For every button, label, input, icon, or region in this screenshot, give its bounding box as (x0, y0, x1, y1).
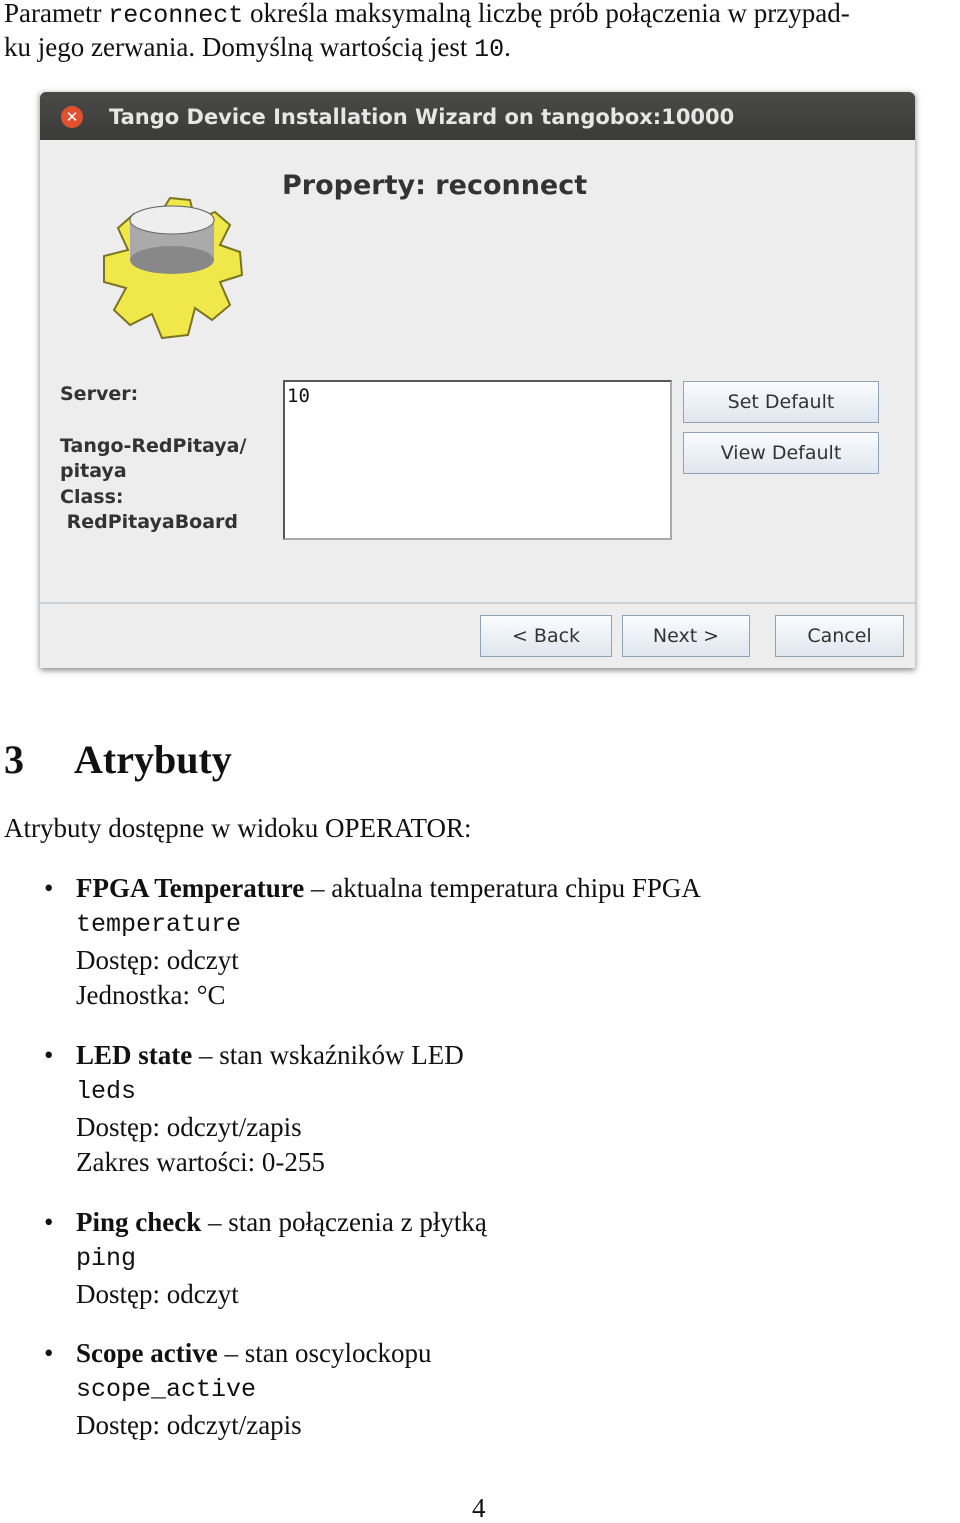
attribute-code: temperature (76, 910, 242, 939)
section-intro: Atrybuty dostępne w widoku OPERATOR: (4, 813, 472, 843)
back-button[interactable]: < Back (480, 615, 612, 657)
next-button[interactable]: Next > (622, 615, 750, 657)
attribute-item: Scope active – stan oscylockopu (76, 1340, 431, 1367)
attribute-code: scope_active (76, 1375, 257, 1404)
attribute-detail: Dostęp: odczyt (76, 945, 239, 975)
wizard-window: ✕ Tango Device Installation Wizard on ta… (40, 92, 915, 668)
attribute-detail: Jednostka: °C (76, 980, 226, 1010)
attribute-name: LED state (76, 1040, 193, 1070)
text: Parametr (4, 0, 109, 28)
attribute-description: – stan połączenia z płytką (201, 1207, 487, 1237)
device-info: Server: Tango-RedPitaya/ pitaya Class: R… (60, 382, 282, 542)
attribute-name: Scope active (76, 1338, 218, 1368)
attribute-description: – stan oscylockopu (217, 1338, 432, 1368)
attribute-item: LED state – stan wskaźników LED (76, 1042, 464, 1069)
server-value-2: pitaya (60, 460, 127, 482)
section-heading: 3 Atrybuty (4, 740, 232, 780)
attribute-description: – stan wskaźników LED (192, 1040, 464, 1070)
property-value-input[interactable]: 10 (283, 380, 672, 540)
attribute-code: leds (76, 1077, 137, 1106)
server-value: Tango-RedPitaya/ (60, 434, 247, 457)
gear-logo-icon (103, 196, 244, 340)
attribute-detail: Zakres wartości: 0-255 (76, 1147, 325, 1177)
view-default-button[interactable]: View Default (683, 432, 879, 474)
window-title: Tango Device Installation Wizard on tang… (109, 105, 735, 129)
text: ku jego zerwania. Domyślną wartością jes… (4, 32, 475, 62)
attribute-item: Ping check – stan połączenia z płytką (76, 1209, 487, 1236)
attribute-description: – aktualna temperatura chipu FPGA (304, 873, 701, 903)
property-title: Property: reconnect (282, 170, 588, 201)
text: . (504, 32, 511, 62)
section-title: Atrybuty (74, 737, 232, 782)
close-icon[interactable]: ✕ (61, 106, 83, 128)
bullet-icon: • (44, 1207, 54, 1237)
attribute-code: ping (76, 1244, 137, 1273)
cancel-button[interactable]: Cancel (775, 615, 904, 657)
attribute-detail: Dostęp: odczyt/zapis (76, 1112, 302, 1142)
divider (40, 602, 915, 604)
bullet-icon: • (44, 1040, 54, 1070)
code: reconnect (108, 1, 244, 30)
attribute-item: FPGA Temperature – aktualna temperatura … (76, 875, 701, 902)
attribute-detail: Dostęp: odczyt (76, 1279, 239, 1309)
code: 10 (474, 35, 505, 64)
bullet-icon: • (44, 1338, 54, 1368)
set-default-button[interactable]: Set Default (683, 381, 879, 423)
attribute-name: FPGA Temperature (76, 873, 305, 903)
server-label: Server: (60, 383, 139, 405)
class-label: Class: (60, 485, 124, 508)
attribute-detail: Dostęp: odczyt/zapis (76, 1410, 302, 1440)
bullet-icon: • (44, 873, 54, 903)
intro-line-1: Parametr reconnect określa maksymalną li… (4, 0, 850, 28)
intro-line-2: ku jego zerwania. Domyślną wartością jes… (4, 32, 511, 64)
section-number: 3 (4, 737, 24, 782)
attribute-name: Ping check (76, 1207, 202, 1237)
title-bar: ✕ Tango Device Installation Wizard on ta… (40, 92, 915, 140)
class-value: RedPitayaBoard (60, 511, 239, 533)
text: określa maksymalną liczbę prób połączeni… (243, 0, 850, 28)
